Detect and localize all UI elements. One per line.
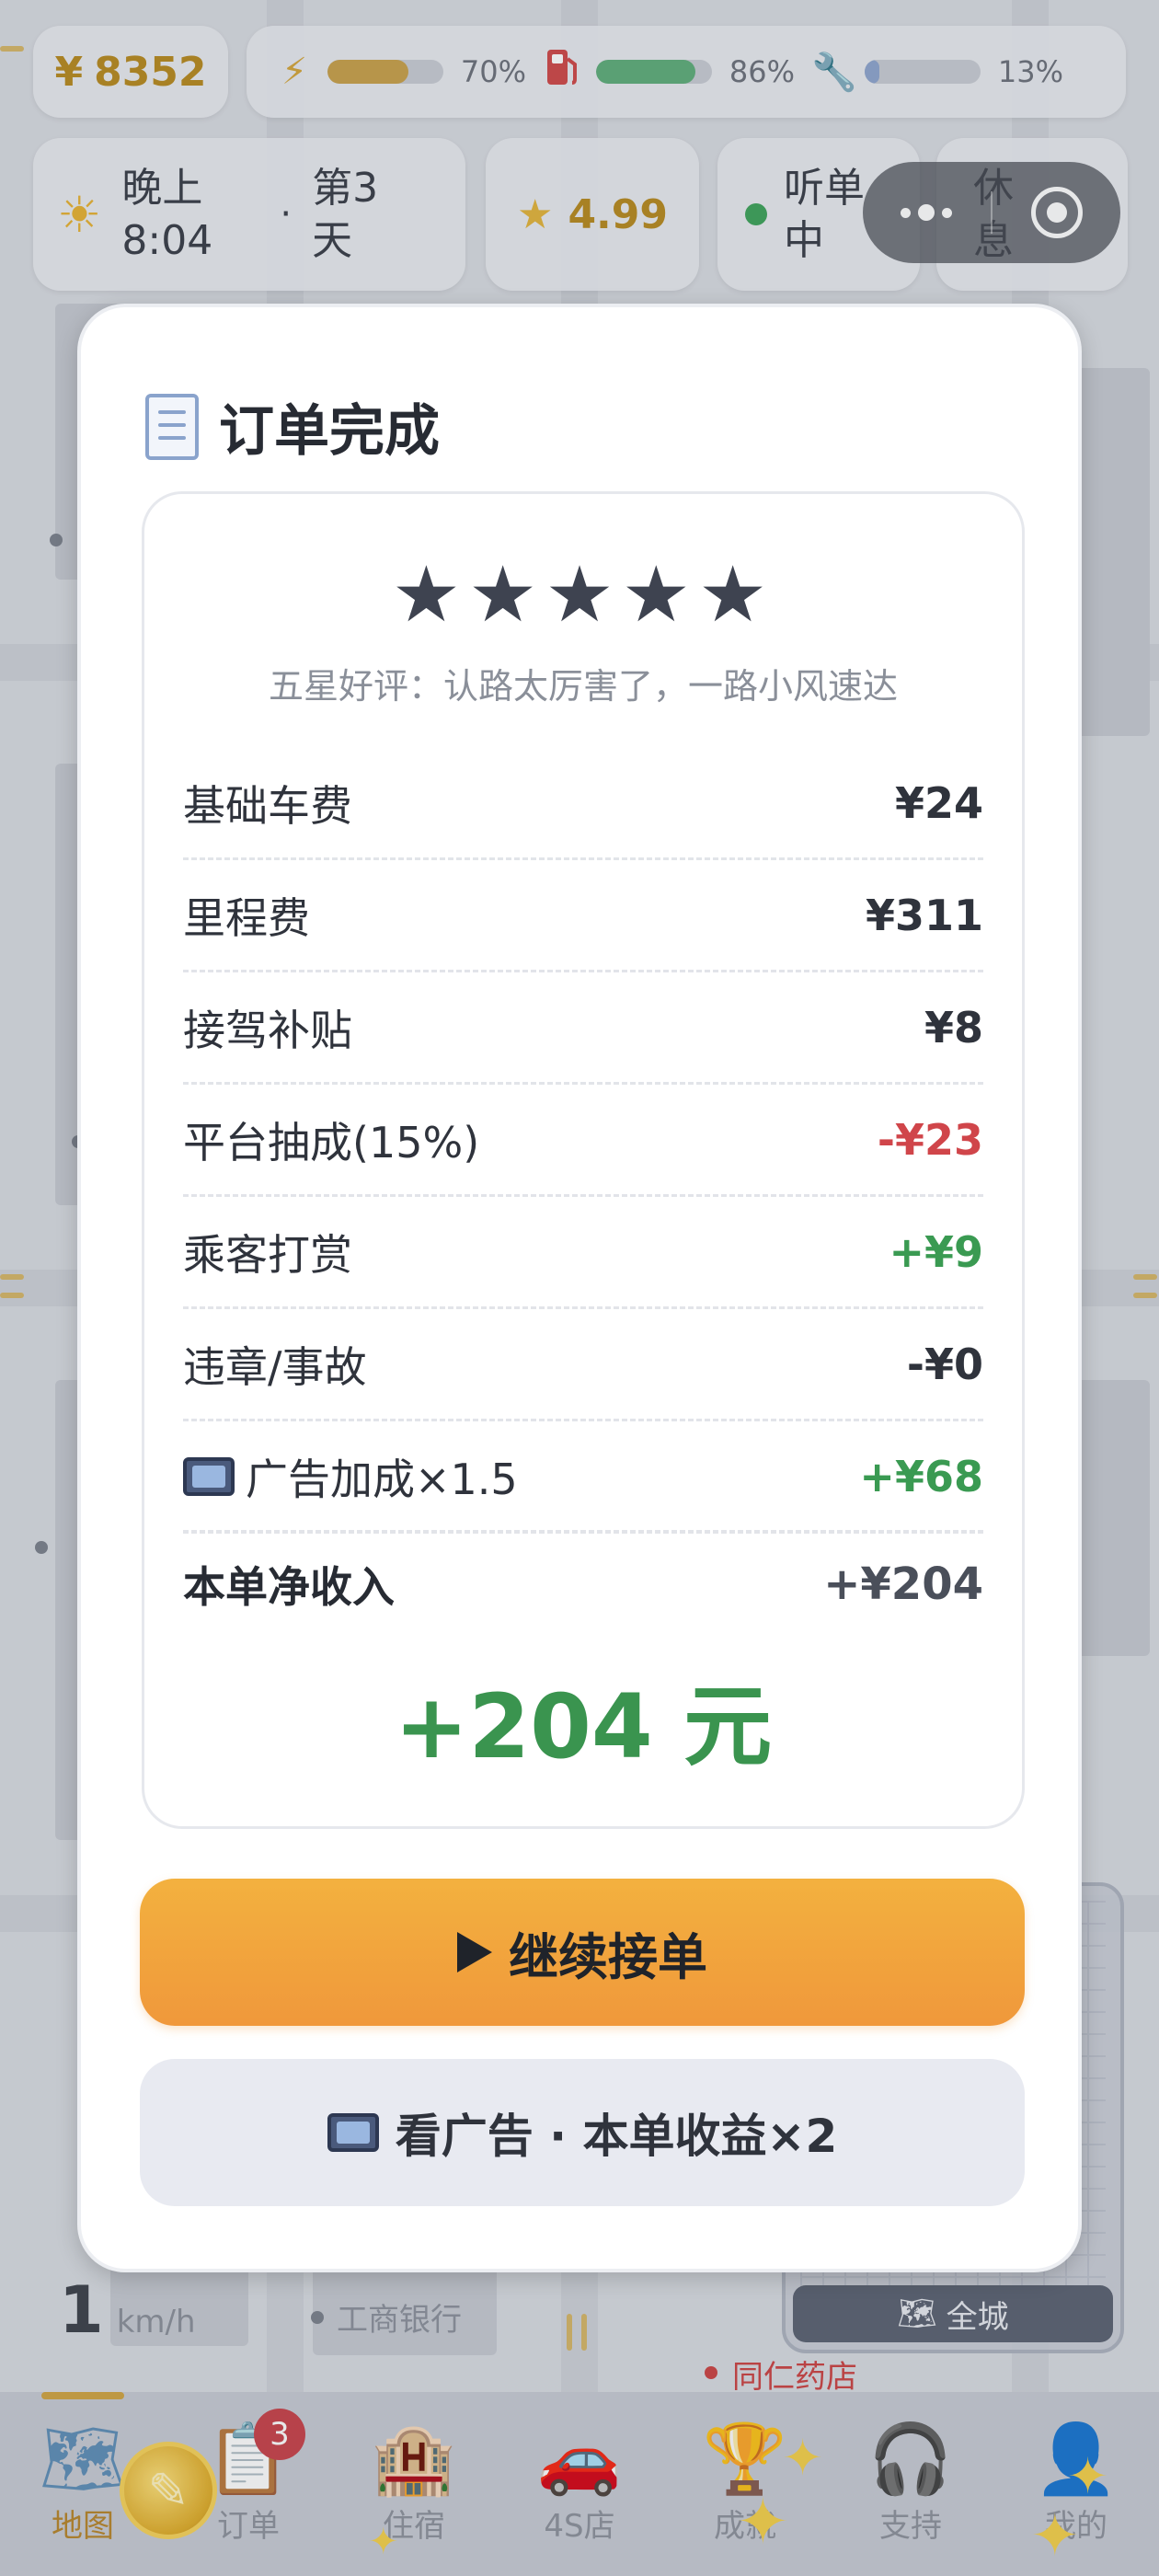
fare-row-tip: 乘客打赏 +¥9 — [183, 1197, 983, 1309]
fare-value: ¥8 — [924, 1002, 983, 1052]
fare-value: -¥0 — [906, 1339, 983, 1389]
total-earnings: +204 元 — [394, 1675, 773, 1778]
tv-icon — [183, 1456, 235, 1496]
fare-label: 基础车费 — [183, 780, 352, 831]
continue-orders-button[interactable]: 继续接单 — [140, 1879, 1025, 2026]
fare-row-pickup-subsidy: 接驾补贴 ¥8 — [183, 972, 983, 1085]
order-complete-dialog: 订单完成 ★★★★★ 五星好评：认路太厉害了，一路小风速达 基础车费 ¥24 里… — [77, 304, 1082, 2272]
fare-label: 里程费 — [183, 892, 310, 943]
fare-label: 违章/事故 — [183, 1341, 367, 1392]
five-star-rating: ★★★★★ — [391, 549, 775, 639]
net-income-divider — [183, 1530, 983, 1533]
fare-row-platform-commission: 平台抽成(15%) -¥23 — [183, 1085, 983, 1197]
net-income-value: +¥204 — [823, 1558, 983, 1610]
fare-label: 广告加成×1.5 — [183, 1446, 518, 1507]
fare-value: +¥68 — [859, 1451, 983, 1501]
document-icon — [145, 393, 199, 460]
fare-label: 乘客打赏 — [183, 1229, 352, 1280]
play-icon — [457, 1932, 492, 1972]
fare-value: -¥23 — [877, 1114, 983, 1165]
fare-label: 平台抽成(15%) — [183, 1117, 480, 1167]
fare-value: ¥311 — [865, 890, 983, 940]
net-income-row: 本单净收入 +¥204 — [183, 1534, 983, 1635]
fare-row-mileage: 里程费 ¥311 — [183, 860, 983, 972]
watch-ad-label: 看广告 · 本单收益×2 — [395, 2110, 838, 2163]
ad-bonus-label: 广告加成×1.5 — [246, 1454, 518, 1504]
dialog-header: 订单完成 — [145, 386, 440, 466]
fare-rows: 基础车费 ¥24 里程费 ¥311 接驾补贴 ¥8 平台抽成(15%) -¥23… — [183, 748, 983, 1534]
continue-label: 继续接单 — [509, 1927, 707, 1986]
fare-breakdown-card: ★★★★★ 五星好评：认路太厉害了，一路小风速达 基础车费 ¥24 里程费 ¥3… — [142, 491, 1025, 1829]
passenger-review: 五星好评：认路太厉害了，一路小风速达 — [268, 666, 898, 707]
fare-row-base: 基础车费 ¥24 — [183, 748, 983, 860]
dialog-title: 订单完成 — [219, 399, 440, 464]
tv-icon — [327, 2113, 379, 2152]
fare-value: +¥9 — [889, 1226, 983, 1277]
fare-row-ad-bonus: 广告加成×1.5 +¥68 — [183, 1421, 983, 1534]
watch-ad-double-button[interactable]: 看广告 · 本单收益×2 — [140, 2059, 1025, 2206]
fare-row-violation: 违章/事故 -¥0 — [183, 1309, 983, 1421]
fare-label: 接驾补贴 — [183, 1005, 352, 1055]
fare-value: ¥24 — [894, 777, 983, 828]
net-income-label: 本单净收入 — [183, 1562, 395, 1612]
